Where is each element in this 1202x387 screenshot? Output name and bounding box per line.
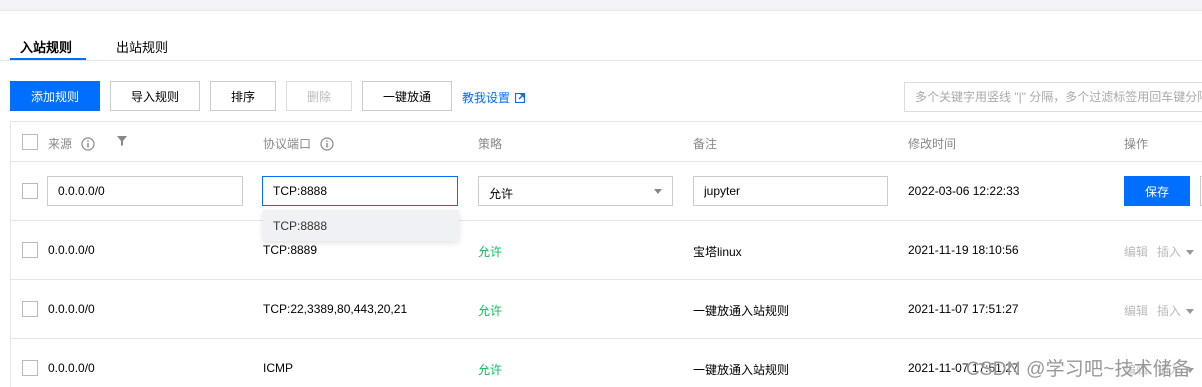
row-policy: 允许 [478,304,503,318]
table-header: 来源 协议端口 策略 备注 修改时间 操作 [11,122,1202,162]
modified-time: 2022-03-06 12:22:33 [908,184,1020,198]
header-source-label: 来源 [48,137,73,151]
policy-select-value: 允许 [489,187,514,201]
row-source: 0.0.0.0/0 [48,361,95,375]
header-remark: 备注 [693,137,718,151]
header-source: 来源 [48,135,95,152]
row-checkbox[interactable] [22,360,38,376]
save-button[interactable]: 保存 [1124,176,1190,206]
row-protocol-port: ICMP [263,361,293,375]
header-actions: 操作 [1124,137,1149,151]
row-policy: 允许 [478,363,503,377]
row-protocol-port: TCP:22,3389,80,443,20,21 [263,302,408,316]
row-source: 0.0.0.0/0 [48,302,95,316]
chevron-down-icon [654,189,662,194]
row-source: 0.0.0.0/0 [48,243,95,257]
row-remark: 宝塔linux [693,245,742,259]
info-icon[interactable] [320,137,334,151]
header-protocol-port: 协议端口 [263,135,334,152]
select-all-checkbox[interactable] [22,134,38,150]
edit-link[interactable]: 编辑 [1124,302,1148,319]
add-rule-button[interactable]: 添加规则 [10,81,100,111]
rules-table: 来源 协议端口 策略 备注 修改时间 操作 允许 [10,121,1202,387]
toolbar: 添加规则 导入规则 排序 删除 一键放通 教我设置 [0,80,1202,112]
row-policy: 允许 [478,245,503,259]
protocol-port-suggestions: TCP:8888 [263,210,459,241]
edit-link[interactable]: 编辑 [1124,243,1148,260]
source-input[interactable] [47,176,243,206]
info-icon[interactable] [81,137,95,151]
delete-button[interactable]: 删除 [286,81,352,111]
row-remark: 一键放通入站规则 [693,363,790,377]
sort-button[interactable]: 排序 [210,81,276,111]
active-tab-indicator [10,58,86,60]
insert-menu[interactable]: 插入 [1157,243,1195,260]
watermark: CSDN @学习吧~技术储备 [966,359,1192,380]
insert-menu[interactable]: 插入 [1157,302,1195,319]
rule-tabs: 入站规则 出站规则 [0,32,1202,61]
table-row: 0.0.0.0/0 TCP:22,3389,80,443,20,21 允许 一键… [11,280,1202,339]
tab-inbound-rules[interactable]: 入站规则 [20,37,72,56]
table-row: 0.0.0.0/0 TCP:8889 允许 宝塔linux 2021-11-19… [11,221,1202,280]
one-click-open-button[interactable]: 一键放通 [362,81,452,111]
header-modified-time: 修改时间 [908,137,957,151]
insert-label: 插入 [1157,304,1182,318]
header-policy: 策略 [478,137,503,151]
chevron-down-icon [1186,309,1195,314]
table-row-editing: 允许 2022-03-06 12:22:33 保存 [11,162,1202,221]
tab-outbound-rules[interactable]: 出站规则 [116,37,168,56]
help-link-label: 教我设置 [462,91,511,105]
top-band [0,0,1202,11]
help-link[interactable]: 教我设置 [462,89,526,106]
row-checkbox[interactable] [22,301,38,317]
row-protocol-port: TCP:8889 [263,243,318,257]
row-modified-time: 2021-11-07 17:51:27 [908,302,1019,316]
import-rules-button[interactable]: 导入规则 [110,81,200,111]
row-checkbox[interactable] [22,183,38,199]
chevron-down-icon [1186,250,1195,255]
remark-input[interactable] [693,176,888,206]
policy-select[interactable]: 允许 [478,176,673,206]
row-remark: 一键放通入站规则 [693,304,790,318]
row-modified-time: 2021-11-19 18:10:56 [908,243,1019,257]
suggestion-item[interactable]: TCP:8888 [273,219,327,233]
external-link-icon [515,92,526,103]
header-protocol-port-label: 协议端口 [263,137,312,151]
filter-icon[interactable] [117,136,127,146]
search-input[interactable] [904,82,1202,112]
protocol-port-input[interactable] [262,176,458,206]
insert-label: 插入 [1157,245,1182,259]
row-checkbox[interactable] [22,242,38,258]
